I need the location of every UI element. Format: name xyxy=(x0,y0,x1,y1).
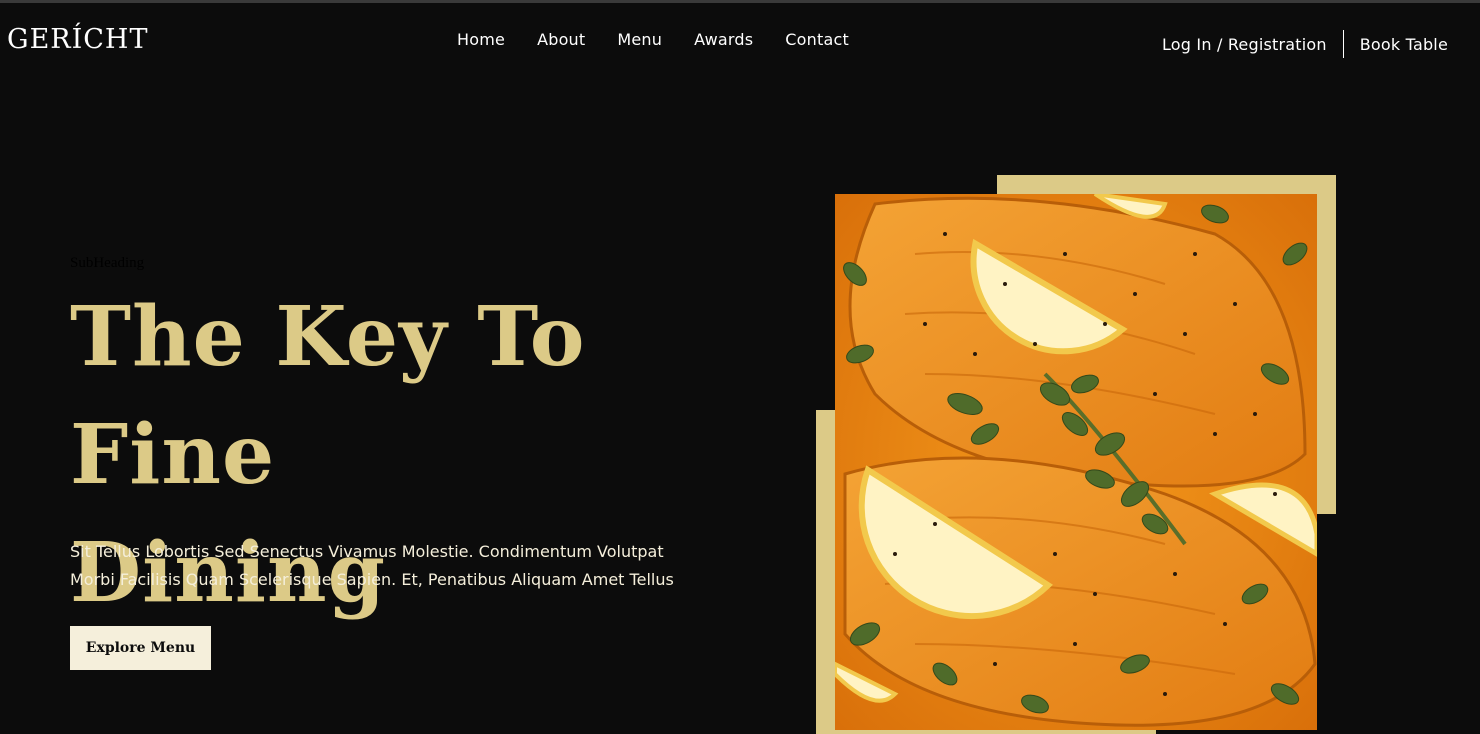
nav-link-home[interactable]: Home xyxy=(457,30,505,49)
nav-link-contact[interactable]: Contact xyxy=(785,30,849,49)
header-divider xyxy=(1342,30,1344,58)
hero-subheading: SubHeading xyxy=(70,255,145,271)
brand-logo[interactable]: GERÍCHT xyxy=(7,24,149,55)
headline-line-1: The Key To Fine xyxy=(70,289,586,503)
nav-link-awards[interactable]: Awards xyxy=(694,30,753,49)
main-nav: Home About Menu Awards Contact xyxy=(457,30,881,49)
login-link[interactable]: Log In / Registration xyxy=(1162,35,1327,54)
hero-description: Sit Tellus Lobortis Sed Senectus Vivamus… xyxy=(70,542,674,589)
nav-link-about[interactable]: About xyxy=(537,30,585,49)
explore-menu-button[interactable]: Explore Menu xyxy=(70,626,211,670)
top-border xyxy=(0,0,1480,3)
book-table-link[interactable]: Book Table xyxy=(1360,35,1448,54)
header-actions: Log In / Registration Book Table xyxy=(1162,30,1448,58)
hero-food-image xyxy=(835,194,1317,730)
nav-link-menu[interactable]: Menu xyxy=(617,30,662,49)
